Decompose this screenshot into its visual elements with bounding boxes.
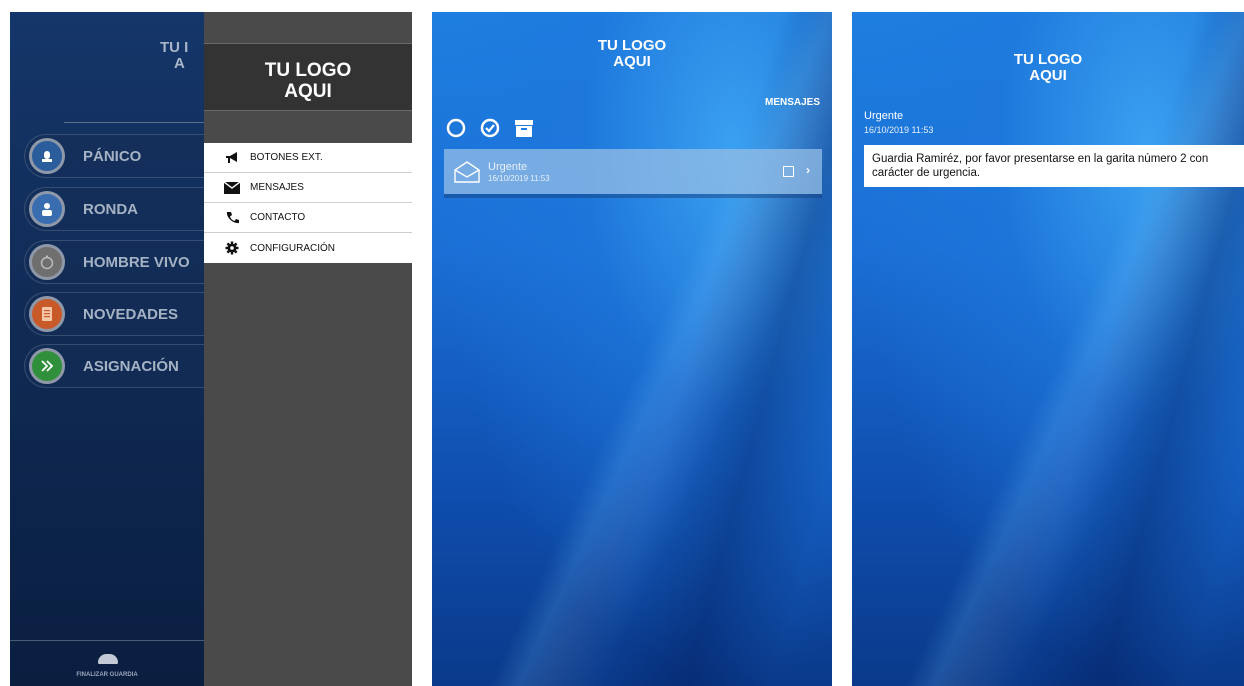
message-date: 16/10/2019 11:53 (864, 125, 934, 135)
list-item[interactable]: Urgente 16/10/2019 11:53 › (444, 149, 822, 194)
drawer-logo: TU LOGO AQUI (264, 60, 352, 102)
drawer-item-external-buttons[interactable]: BOTONES EXT. (204, 143, 412, 173)
drawer-item-messages[interactable]: MENSAJES (204, 173, 412, 203)
message-subject: Urgente (864, 110, 904, 122)
logo: TU LOGO AQUI (597, 37, 667, 70)
assignment-label: ASIGNACIÓN (83, 357, 179, 375)
drawer-header: TU LOGO AQUI (204, 43, 412, 111)
select-checkbox[interactable] (783, 166, 794, 177)
message-body: Guardia Ramiréz, por favor presentarse e… (864, 145, 1244, 187)
message-subject: Urgente (488, 160, 528, 173)
logo: TU LOGO AQUI (1013, 51, 1083, 84)
drawer-menu: BOTONES EXT. MENSAJES CONTACTO CONFIGURA… (204, 143, 412, 263)
message-toolbar (446, 118, 534, 143)
check-circle-icon[interactable] (480, 118, 500, 143)
news-label: NOVEDADES (83, 305, 179, 323)
drawer-item-label: MENSAJES (250, 182, 304, 193)
assignment-button[interactable]: ASIGNACIÓN (24, 344, 224, 388)
circle-icon[interactable] (446, 118, 466, 143)
end-shift-icon[interactable] (98, 654, 118, 664)
double-chevron-icon (29, 348, 65, 384)
panic-button[interactable]: PÁNICO (24, 134, 224, 178)
news-button[interactable]: NOVEDADES (24, 292, 224, 336)
drawer-item-label: CONTACTO (250, 212, 306, 223)
man-alive-label: HOMBRE VIVO (83, 253, 190, 271)
drawer-item-contact[interactable]: CONTACTO (204, 203, 412, 233)
siren-icon (29, 138, 65, 174)
dimmed-logo: TU I A (160, 39, 189, 72)
document-icon (29, 296, 65, 332)
divider (64, 122, 204, 123)
open-envelope-icon (454, 160, 480, 183)
end-shift-label[interactable]: FINALIZAR GUARDIA (10, 672, 204, 678)
drawer-item-label: CONFIGURACIÓN (250, 242, 335, 254)
list-divider (444, 194, 822, 198)
messages-screen: TU LOGO AQUI MENSAJES Urgente 16/10/2019… (432, 12, 832, 686)
drawer-item-settings[interactable]: CONFIGURACIÓN (204, 233, 412, 263)
screen-title: MENSAJES (764, 97, 820, 108)
chevron-right-icon[interactable]: › (806, 163, 810, 177)
footer-divider (10, 640, 204, 641)
envelope-icon (224, 181, 240, 195)
phone-icon (224, 211, 240, 225)
message-date: 16/10/2019 11:53 (488, 173, 550, 183)
message-meta: Urgente 16/10/2019 11:53 (488, 161, 550, 183)
round-button[interactable]: RONDA (24, 187, 224, 231)
panic-label: PÁNICO (83, 147, 142, 165)
drawer-item-label: BOTONES EXT. (250, 152, 323, 163)
man-alive-button[interactable]: HOMBRE VIVO (24, 240, 224, 284)
gear-icon (224, 241, 240, 255)
stopwatch-icon (29, 244, 65, 280)
round-label: RONDA (83, 200, 138, 218)
guard-icon (29, 191, 65, 227)
home-screen-with-drawer: TU I A PÁNICO RONDA HOMBRE VIVO NOVEDADE… (10, 12, 412, 686)
navigation-drawer: TU LOGO AQUI BOTONES EXT. MENSAJES CONTA… (204, 12, 412, 686)
archive-icon[interactable] (514, 118, 534, 143)
message-detail-screen: TU LOGO AQUI Urgente 16/10/2019 11:53 Gu… (852, 12, 1244, 686)
megaphone-icon (224, 151, 240, 165)
